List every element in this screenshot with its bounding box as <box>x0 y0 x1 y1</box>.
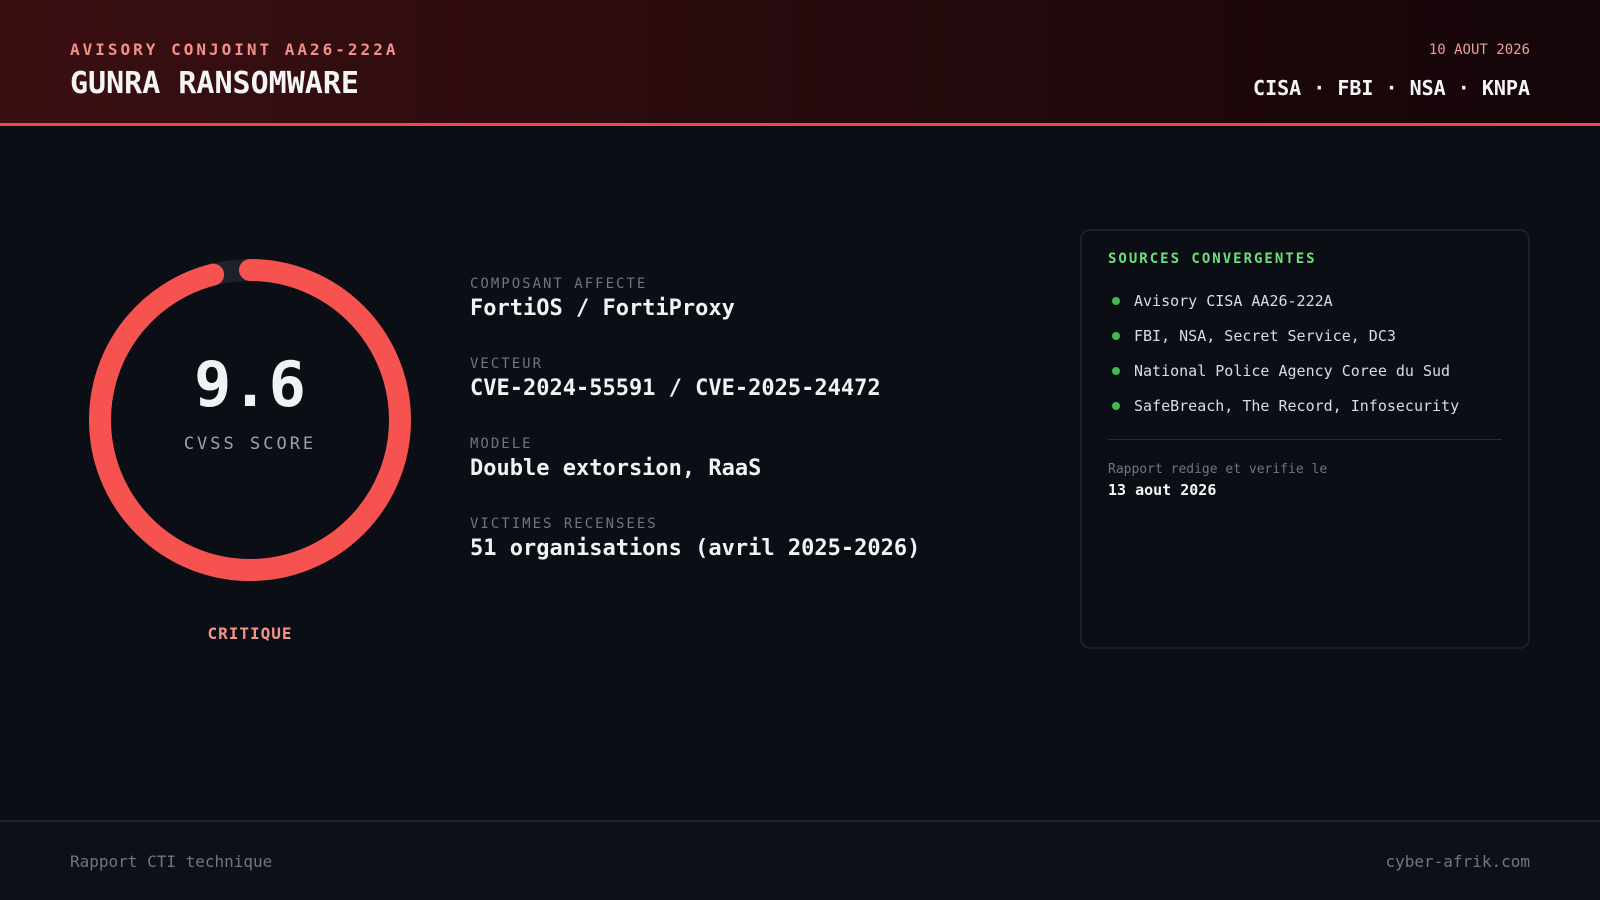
field-affected-component: COMPOSANT AFFECTE FortiOS / FortiProxy <box>470 276 920 356</box>
field-value: 51 organisations (avril 2025-2026) <box>470 536 921 561</box>
sources-list: Avisory CISA AA26-222A FBI, NSA, Secret … <box>1108 283 1502 423</box>
report-verified-date: 13 aout 2026 <box>1108 481 1217 499</box>
source-label: National Police Agency Coree du Sud <box>1134 361 1451 380</box>
threat-details: COMPOSANT AFFECTE FortiOS / FortiProxy V… <box>470 276 920 596</box>
field-label: MODELE <box>470 436 533 452</box>
list-item: Avisory CISA AA26-222A <box>1108 283 1502 318</box>
bullet-dot-icon <box>1112 401 1120 410</box>
field-label: COMPOSANT AFFECTE <box>470 276 648 292</box>
divider <box>1108 439 1502 440</box>
severity-badge: CRITIQUE <box>207 624 293 643</box>
agencies-list: CISA · FBI · NSA · KNPA <box>1253 76 1530 100</box>
field-label: VICTIMES RECENSEES <box>470 516 658 532</box>
field-value: Double extorsion, RaaS <box>470 456 762 481</box>
cvss-score-value: 9.6 <box>194 348 306 421</box>
list-item: National Police Agency Coree du Sud <box>1108 353 1502 388</box>
bullet-dot-icon <box>1112 296 1120 305</box>
field-value: FortiOS / FortiProxy <box>470 296 735 321</box>
list-item: FBI, NSA, Secret Service, DC3 <box>1108 318 1502 353</box>
source-label: SafeBreach, The Record, Infosecurity <box>1134 396 1460 415</box>
field-value: CVE-2024-55591 / CVE-2025-24472 <box>470 376 881 401</box>
footer: Rapport CTI technique cyber-afrik.com <box>0 820 1600 900</box>
list-item: SafeBreach, The Record, Infosecurity <box>1108 388 1502 423</box>
advisory-date: 10 AOUT 2026 <box>1428 42 1530 58</box>
sources-title: SOURCES CONVERGENTES <box>1108 251 1317 267</box>
bullet-dot-icon <box>1112 331 1120 340</box>
footer-report-type: Rapport CTI technique <box>70 852 273 871</box>
page-title: GUNRA RANSOMWARE <box>70 66 359 101</box>
bullet-dot-icon <box>1112 366 1120 375</box>
advisory-id: AVISORY CONJOINT AA26-222A <box>70 40 399 59</box>
source-label: Avisory CISA AA26-222A <box>1134 291 1333 310</box>
footer-website-link[interactable]: cyber-afrik.com <box>1386 852 1531 871</box>
field-label: VECTEUR <box>470 356 544 372</box>
field-victims: VICTIMES RECENSEES 51 organisations (avr… <box>470 516 920 596</box>
advisory-header: AVISORY CONJOINT AA26-222A GUNRA RANSOMW… <box>0 0 1600 126</box>
field-vector: VECTEUR CVE-2024-55591 / CVE-2025-24472 <box>470 356 920 436</box>
report-verified-label: Rapport redige et verifie le <box>1108 462 1328 477</box>
sources-panel: SOURCES CONVERGENTES Avisory CISA AA26-2… <box>1080 229 1530 649</box>
field-model: MODELE Double extorsion, RaaS <box>470 436 920 516</box>
cvss-score-label: CVSS SCORE <box>183 434 317 454</box>
source-label: FBI, NSA, Secret Service, DC3 <box>1134 326 1396 345</box>
